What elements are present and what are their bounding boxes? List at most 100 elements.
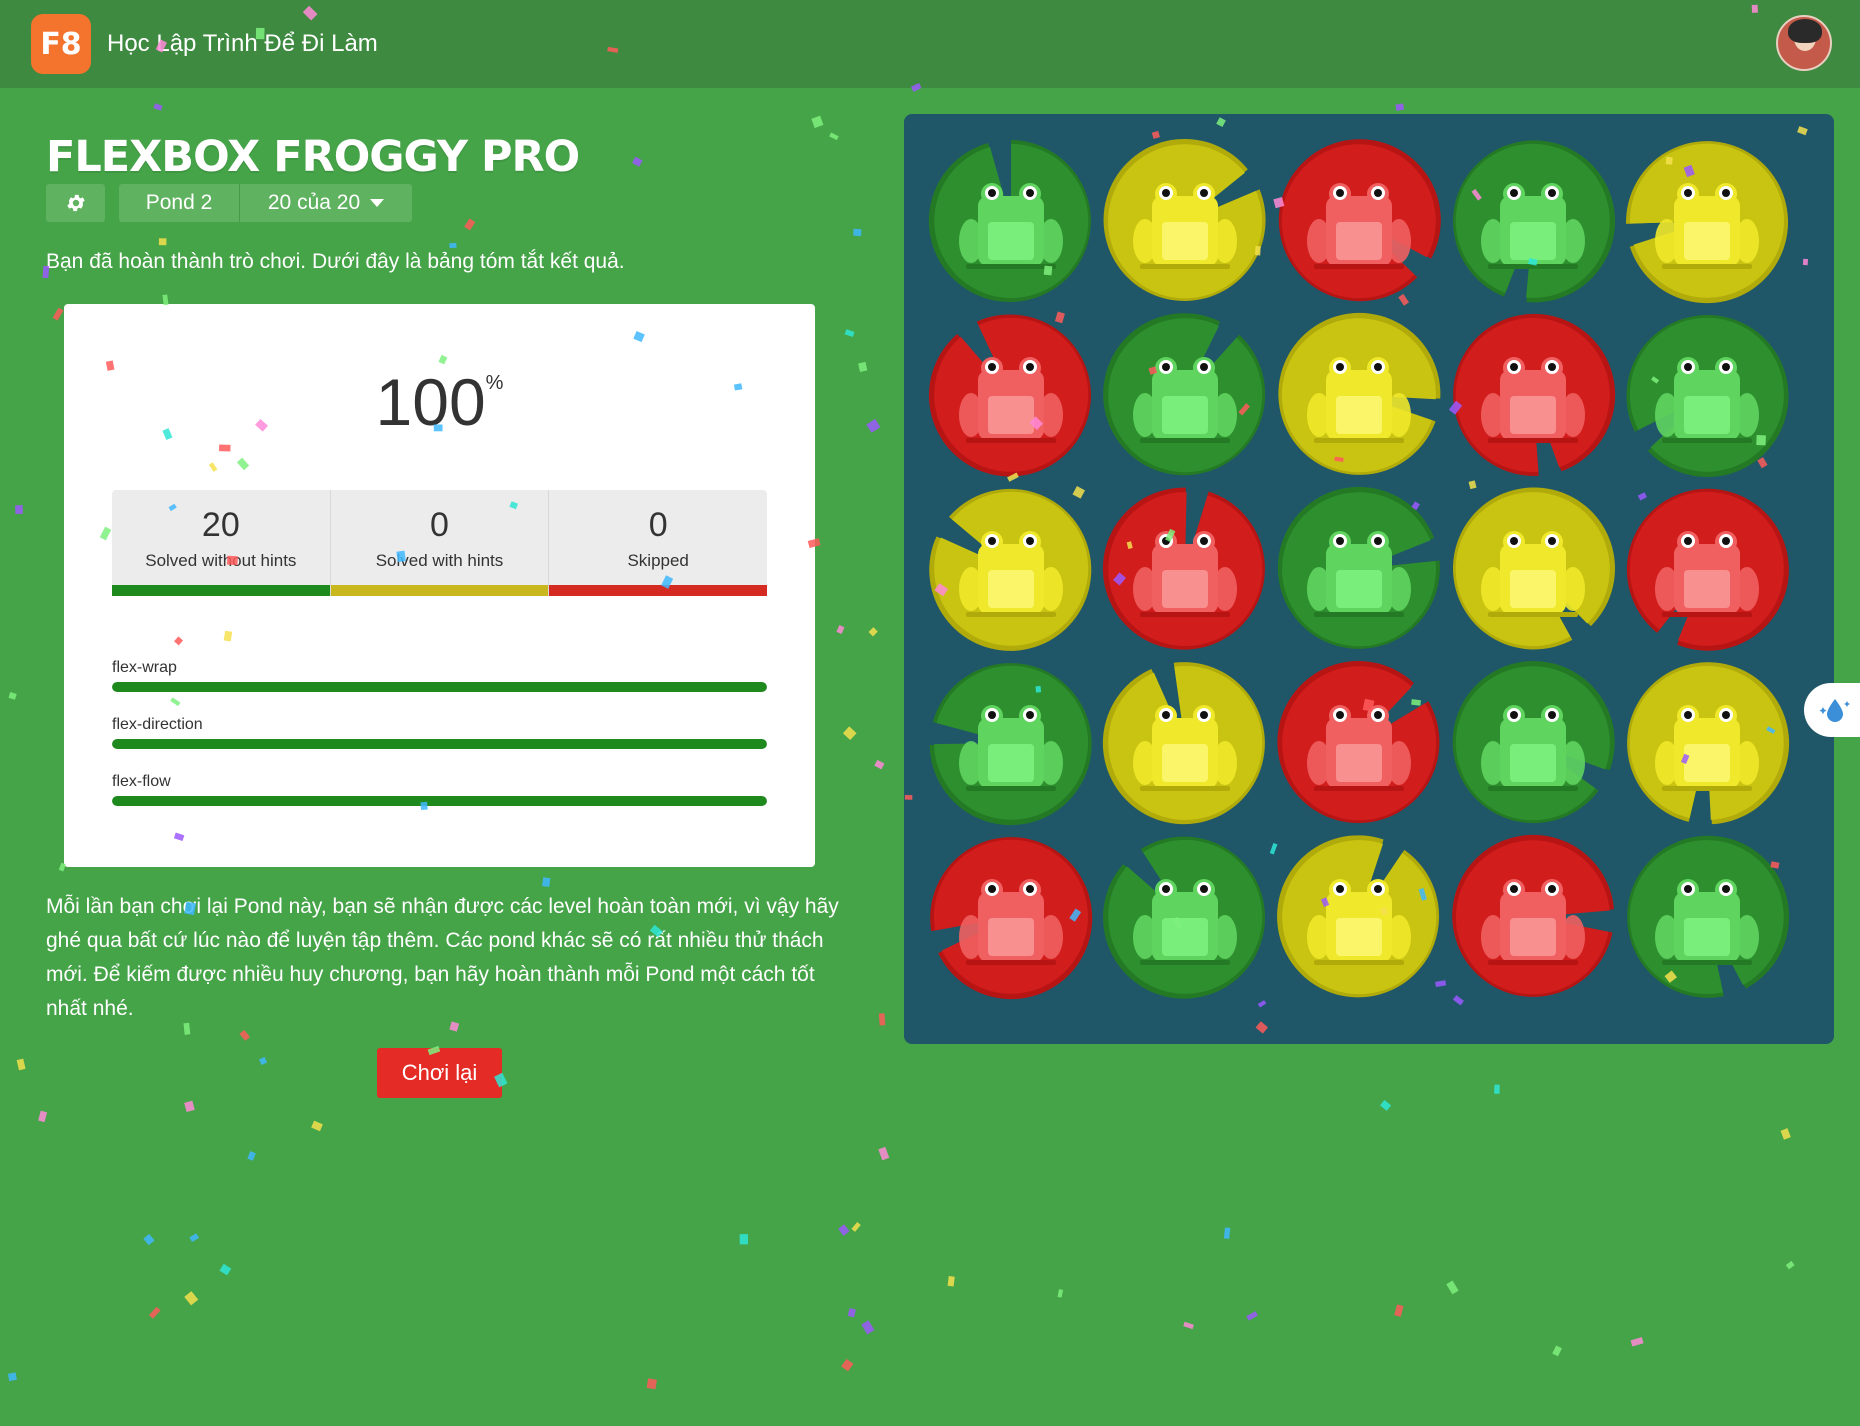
progress-fill <box>112 739 767 749</box>
chevron-down-icon <box>370 199 385 207</box>
confetti-piece <box>853 228 862 237</box>
confetti-piece <box>1057 1289 1064 1298</box>
user-avatar[interactable] <box>1776 15 1832 71</box>
confetti-piece <box>836 625 845 635</box>
confetti-piece <box>878 1146 890 1161</box>
property-label: flex-wrap <box>112 659 177 676</box>
confetti-piece <box>1630 1337 1644 1347</box>
confetti-piece <box>541 877 551 888</box>
lily-pad-green <box>1100 832 1270 1002</box>
stat-color-bar <box>330 585 549 596</box>
confetti-piece <box>1223 1227 1231 1239</box>
lily-pad-green <box>1100 310 1270 480</box>
stat-value: 20 <box>201 506 240 544</box>
pond-level-group: Pond 2 20 của 20 <box>119 184 412 222</box>
property-progress-list: flex-wrap flex-direction flex-flow <box>112 654 767 825</box>
lily-pad-red <box>1274 136 1444 306</box>
lily-pad-green <box>1622 832 1792 1002</box>
stats-summary: 20 Solved without hints 0 Solved with hi… <box>112 490 768 596</box>
confetti-piece <box>866 418 881 433</box>
confetti-piece <box>219 1263 232 1276</box>
confetti-piece <box>7 1372 17 1382</box>
stat-label: Skipped <box>627 551 689 570</box>
property-label: flex-direction <box>112 716 203 733</box>
confetti-piece <box>184 1291 199 1306</box>
results-card: 100% 20 Solved without hints 0 Solved wi… <box>64 304 815 867</box>
pond-selector[interactable]: Pond 2 <box>119 184 240 222</box>
lily-pad-red <box>1448 832 1618 1002</box>
stat-solved-without-hints: 20 Solved without hints <box>112 490 331 596</box>
lily-pad-yellow <box>926 484 1096 654</box>
lily-pad-green <box>1448 658 1618 828</box>
replay-description: Mỗi lần bạn chơi lại Pond này, bạn sẽ nh… <box>46 895 839 1020</box>
lily-pad-green <box>926 136 1096 306</box>
property-row-flex-direction: flex-direction <box>112 711 767 768</box>
lily-pad-green <box>1448 136 1618 306</box>
brand-name[interactable]: Học Lập Trình Để Đi Làm <box>107 30 378 58</box>
lily-pad-red <box>1100 484 1270 654</box>
confetti-piece <box>239 1029 250 1041</box>
progress-fill <box>112 682 767 692</box>
lily-pad-red <box>1274 658 1444 828</box>
score-percent: 100% <box>64 364 815 440</box>
confetti-piece <box>1785 1260 1795 1270</box>
game-controls: Pond 2 20 của 20 <box>46 184 412 222</box>
game-title: FLEXBOX FROGGY PRO <box>46 132 580 182</box>
confetti-piece <box>1552 1345 1562 1357</box>
confetti-piece <box>842 726 857 741</box>
confetti-piece <box>858 361 868 373</box>
confetti-piece <box>189 1233 200 1243</box>
confetti-piece <box>1380 1099 1392 1111</box>
confetti-piece <box>847 1308 856 1318</box>
property-row-flex-flow: flex-flow <box>112 768 767 825</box>
f8-logo[interactable]: F8 <box>31 14 91 74</box>
confetti-piece <box>16 1058 26 1071</box>
lily-pad-yellow <box>1622 136 1792 306</box>
confetti-piece <box>868 627 878 637</box>
stat-skipped: 0 Skipped <box>549 490 768 596</box>
lily-pad-red <box>926 832 1096 1002</box>
confetti-piece <box>143 1233 155 1246</box>
confetti-piece <box>449 242 457 249</box>
confetti-piece <box>829 132 839 141</box>
lily-pad-yellow <box>1100 136 1270 306</box>
confetti-piece <box>878 1013 886 1026</box>
confetti-piece <box>739 1234 749 1245</box>
stat-solved-with-hints: 0 Solved with hints <box>330 490 550 596</box>
confetti-piece <box>38 1110 48 1123</box>
confetti-piece <box>1395 103 1405 111</box>
progress-track <box>112 796 767 806</box>
settings-button[interactable] <box>46 184 105 222</box>
confetti-piece <box>247 1151 256 1161</box>
percent-sign: % <box>485 372 504 394</box>
confetti-piece <box>874 759 885 770</box>
pond-board <box>904 114 1834 1044</box>
lily-pad-red <box>1622 484 1792 654</box>
confetti-piece <box>841 1358 854 1372</box>
confetti-piece <box>1394 1304 1404 1317</box>
confetti-piece <box>811 115 824 129</box>
confetti-piece <box>158 238 167 246</box>
completion-message: Bạn đã hoàn thành trò chơi. Dưới đây là … <box>46 250 625 273</box>
lily-pad-green <box>1622 310 1792 480</box>
confetti-piece <box>844 329 855 338</box>
stat-label: Solved without hints <box>145 551 297 570</box>
confetti-piece <box>1183 1321 1194 1330</box>
lily-pad-yellow <box>1100 658 1270 828</box>
confetti-piece <box>861 1320 875 1335</box>
level-dropdown[interactable]: 20 của 20 <box>240 184 412 222</box>
confetti-piece <box>15 505 23 514</box>
replay-button[interactable]: Chơi lại <box>377 1048 502 1098</box>
side-action-button[interactable] <box>1804 683 1860 737</box>
confetti-piece <box>1446 1280 1459 1295</box>
lily-pad-red <box>926 310 1096 480</box>
confetti-piece <box>464 218 476 231</box>
confetti-piece <box>184 1100 195 1113</box>
top-navbar: F8 Học Lập Trình Để Đi Làm <box>0 0 1860 88</box>
stat-color-bar <box>112 585 330 596</box>
water-drop-icon <box>1819 699 1850 722</box>
stat-label: Solved with hints <box>375 551 504 570</box>
confetti-piece <box>632 156 643 167</box>
confetti-piece <box>1780 1128 1791 1140</box>
progress-track <box>112 682 767 692</box>
